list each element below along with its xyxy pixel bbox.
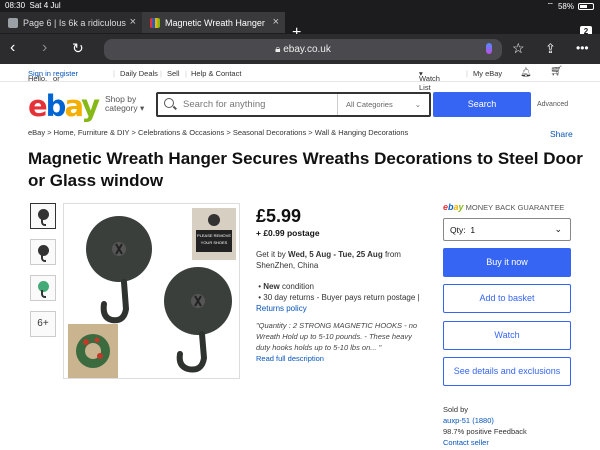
- address-bar[interactable]: 🔒︎ ebay.co.uk: [104, 39, 502, 60]
- my-ebay-link[interactable]: My eBay: [473, 69, 502, 78]
- battery-icon: [578, 2, 594, 10]
- bookmark-star-icon[interactable]: ☆: [512, 40, 525, 57]
- help-contact-link[interactable]: Help & Contact: [191, 69, 241, 78]
- page-title: Magnetic Wreath Hanger Secures Wreaths D…: [28, 149, 583, 190]
- breadcrumb-item[interactable]: eBay: [28, 128, 45, 137]
- status-time-date: 08:30 Sat 4 Jul: [5, 1, 61, 10]
- seller-name-link[interactable]: auxp-51: [443, 416, 470, 425]
- sign-text: YOUR SHOES: [201, 240, 228, 245]
- page-favicon-icon: [8, 17, 18, 28]
- tab-bar: Page 6 | Is 6k a ridiculous × Magnetic W…: [0, 11, 600, 41]
- read-full-description-link[interactable]: Read full description: [256, 353, 426, 364]
- search-icon: [164, 98, 174, 108]
- more-images-button[interactable]: 6+: [30, 311, 56, 337]
- wifi-icon: ⌔: [546, 1, 554, 10]
- item-price: £5.99: [256, 206, 302, 226]
- buy-it-now-button[interactable]: Buy it now: [443, 248, 571, 277]
- search-bar: Search for anything All Categories ⌄: [156, 92, 431, 117]
- sell-link[interactable]: Sell: [167, 69, 180, 78]
- forward-icon[interactable]: ›: [42, 39, 47, 57]
- breadcrumb-item[interactable]: Wall & Hanging Decorations: [315, 128, 409, 137]
- thumbnail-strip: 6+: [30, 203, 57, 347]
- thumbnail-image[interactable]: [30, 203, 56, 229]
- more-menu-icon[interactable]: •••: [576, 41, 589, 55]
- product-image[interactable]: PLEASE REMOVE YOUR SHOES: [63, 203, 240, 379]
- battery-percent: 58%: [557, 1, 574, 11]
- magnetic-hooks-image: PLEASE REMOVE YOUR SHOES: [68, 208, 236, 378]
- breadcrumb-item[interactable]: Seasonal Decorations: [233, 128, 306, 137]
- back-icon[interactable]: ‹: [10, 39, 15, 57]
- notification-bell-icon[interactable]: 🔔︎: [520, 67, 531, 78]
- chevron-down-icon: ⌄: [554, 224, 562, 234]
- tab-page6[interactable]: Page 6 | Is 6k a ridiculous ×: [0, 12, 142, 33]
- returns-policy-link[interactable]: Returns policy: [256, 304, 307, 313]
- close-tab-icon[interactable]: ×: [130, 16, 136, 28]
- thumbnail-image[interactable]: [30, 239, 56, 265]
- watch-button[interactable]: Watch: [443, 321, 571, 350]
- ebay-top-nav: Hello. Sign in or register | Daily Deals…: [0, 64, 600, 92]
- chevron-down-icon: ▾: [139, 103, 145, 113]
- share-icon[interactable]: ⇪: [545, 41, 556, 57]
- share-link[interactable]: Share: [550, 129, 573, 139]
- browser-toolbar: ‹ › ↻ 🔒︎ ebay.co.uk ☆ ⇪ •••: [0, 34, 600, 64]
- breadcrumb-item[interactable]: Celebrations & Occasions: [138, 128, 224, 137]
- thumbnail-image[interactable]: [30, 275, 56, 301]
- postage-cost: + £0.99 postage: [256, 228, 320, 238]
- quantity-select[interactable]: Qty: 1 ⌄: [443, 218, 571, 241]
- see-details-button[interactable]: See details and exclusions: [443, 357, 571, 386]
- category-select[interactable]: All Categories ⌄: [337, 94, 429, 115]
- delivery-details: Get it by Wed, 5 Aug - Tue, 25 Aug from …: [256, 250, 420, 313]
- seller-info: Sold by auxp-51 (1880) 98.7% positive Fe…: [443, 405, 527, 448]
- lock-icon: 🔒︎: [275, 44, 281, 55]
- condition-label: New: [263, 282, 280, 291]
- watch-list-link[interactable]: Watch List ▾: [419, 69, 440, 92]
- description-snippet: "Quantity : 2 STRONG MAGNETIC HOOKS - no…: [256, 320, 426, 364]
- chevron-down-icon: ⌄: [414, 100, 421, 109]
- breadcrumb-item[interactable]: Home, Furniture & DIY: [54, 128, 130, 137]
- search-button[interactable]: Search: [433, 92, 531, 117]
- contact-seller-link[interactable]: Contact seller: [443, 437, 527, 448]
- cart-icon[interactable]: 🛒︎: [550, 66, 563, 77]
- ebay-mini-logo: ebay: [443, 202, 464, 212]
- ebay-favicon-icon: [150, 17, 160, 28]
- sign-text: PLEASE REMOVE: [197, 233, 231, 238]
- reload-icon[interactable]: ↻: [72, 40, 84, 57]
- advanced-search-link[interactable]: Advanced: [537, 101, 568, 108]
- ebay-header: ebay Shop by category ▾ Search for anyth…: [0, 83, 600, 125]
- money-back-guarantee: ebay MONEY BACK GUARANTEE: [443, 202, 565, 212]
- status-bar: 08:30 Sat 4 Jul ⌔ 58%: [0, 0, 600, 11]
- microphone-icon[interactable]: [486, 43, 492, 54]
- daily-deals-link[interactable]: Daily Deals: [120, 69, 158, 78]
- ebay-logo[interactable]: ebay: [28, 89, 100, 123]
- tab-ebay[interactable]: Magnetic Wreath Hanger ×: [142, 12, 285, 33]
- add-to-basket-button[interactable]: Add to basket: [443, 284, 571, 313]
- close-tab-icon[interactable]: ×: [273, 16, 279, 28]
- shop-by-category[interactable]: Shop by category ▾: [105, 95, 144, 113]
- breadcrumb: eBay > Home, Furniture & DIY > Celebrati…: [28, 128, 409, 137]
- search-input[interactable]: Search for anything: [183, 99, 265, 110]
